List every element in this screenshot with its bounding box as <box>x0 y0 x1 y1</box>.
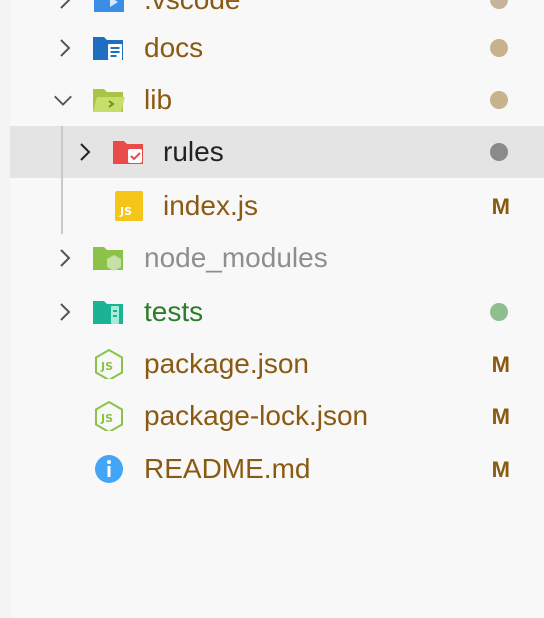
tree-item-label: tests <box>144 296 204 327</box>
tree-item-label: package.json <box>144 348 310 379</box>
tree-item-package-json[interactable]: JS package.json M <box>10 338 544 390</box>
file-explorer-tree: .vscode docs lib <box>10 0 544 618</box>
javascript-file-icon: JS <box>115 191 143 221</box>
vscode-folder-icon <box>94 0 124 12</box>
tree-item-label: node_modules <box>144 242 328 273</box>
git-status-dot <box>490 0 508 9</box>
git-modified-badge: M <box>491 404 510 429</box>
node-modules-folder-icon <box>93 247 123 271</box>
tree-item-index-js[interactable]: JS index.js M <box>10 180 544 232</box>
git-status-dot <box>490 143 508 161</box>
git-status-dot <box>490 39 508 57</box>
chevron-right-icon[interactable] <box>54 300 76 324</box>
tree-item-label: package-lock.json <box>144 400 369 431</box>
git-modified-badge: M <box>491 194 510 219</box>
chevron-right-icon[interactable] <box>74 140 96 164</box>
chevron-right-icon[interactable] <box>54 36 76 60</box>
tree-item-lib[interactable]: lib <box>10 74 544 126</box>
info-icon <box>95 455 123 483</box>
tree-item-label: .vscode <box>144 0 241 17</box>
tree-item-node-modules[interactable]: node_modules <box>10 232 544 284</box>
git-modified-badge: M <box>491 457 510 482</box>
svg-text:JS: JS <box>119 205 132 218</box>
tree-item-readme[interactable]: README.md M <box>10 443 544 495</box>
left-gutter <box>0 0 10 618</box>
docs-folder-icon <box>93 37 123 60</box>
tree-item-package-lock-json[interactable]: JS package-lock.json M <box>10 390 544 442</box>
tree-item-tests[interactable]: tests <box>10 286 544 338</box>
chevron-right-icon[interactable] <box>54 0 76 12</box>
nodejs-file-icon: JS <box>95 349 123 379</box>
chevron-down-icon[interactable] <box>52 88 74 112</box>
tree-item-docs[interactable]: docs <box>10 22 544 74</box>
chevron-right-icon[interactable] <box>54 246 76 270</box>
indent-guide <box>61 126 63 234</box>
tree-item-label: docs <box>144 32 204 63</box>
tree-item-label: rules <box>163 136 224 167</box>
git-status-dot <box>490 303 508 321</box>
svg-text:JS: JS <box>100 412 113 425</box>
lib-folder-open-icon <box>93 89 125 112</box>
svg-text:JS: JS <box>100 360 113 373</box>
tree-item-label: README.md <box>144 453 311 484</box>
tree-item-rules[interactable]: rules <box>10 126 544 178</box>
tree-item-label: lib <box>144 84 173 115</box>
git-status-dot <box>490 91 508 109</box>
tests-folder-icon <box>93 301 123 324</box>
tree-item-label: index.js <box>163 190 258 221</box>
git-modified-badge: M <box>491 352 510 377</box>
rules-folder-icon <box>113 141 143 164</box>
nodejs-file-icon: JS <box>95 401 123 431</box>
